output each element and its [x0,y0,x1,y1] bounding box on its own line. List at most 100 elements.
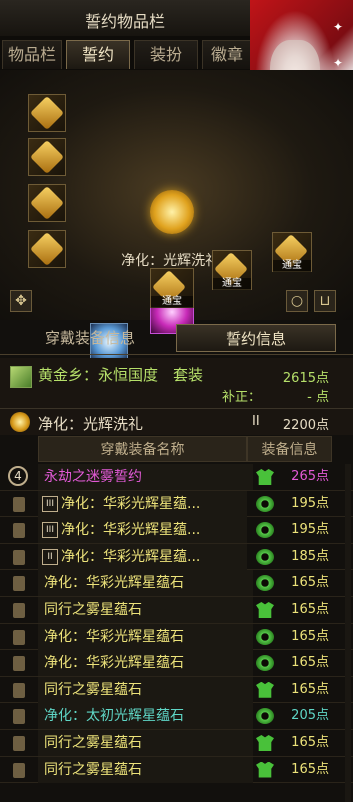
equipment-name-text: 同行之雾星蕴石 [44,761,142,778]
equipment-name-text: 同行之雾星蕴石 [44,681,142,698]
armor-icon [256,734,274,751]
correction-value: - 点 [307,390,329,405]
armor-icon [256,469,274,485]
lock-icon [13,682,25,698]
equipment-name-text: 净化：华彩光辉星蕴... [61,495,201,512]
ring-icon [256,548,274,565]
equip-slot-1[interactable] [28,94,66,132]
equipment-points: 165点 [291,601,329,617]
lock-icon [13,735,25,751]
equipment-points: 195点 [291,522,329,538]
correction-label: 补正： [222,390,262,405]
table-row[interactable]: II 净化：华彩光辉星蕴... 185点 [0,543,353,571]
tier-badge: 4 [8,466,28,486]
lock-icon [13,762,25,778]
equipment-name: 永劫之迷雾誓约 [38,464,253,490]
lock-icon [13,576,25,592]
tongbao-slot-1[interactable]: 通宝 [150,268,194,308]
table-row[interactable]: 同行之雾星蕴石 165点 [0,756,353,784]
equipment-points: 195点 [291,495,329,511]
equipment-name-text: 净化：华彩光辉星蕴石 [44,628,184,645]
tab-costume[interactable]: 装扮 [134,40,198,69]
col-equipment-name: 穿戴装备名称 [38,436,247,462]
rite-points: 2200点 [282,418,329,433]
table-row[interactable]: 同行之雾星蕴石 165点 [0,729,353,757]
table-row[interactable]: 同行之雾星蕴石 165点 [0,596,353,624]
rite-tier: II [252,414,260,429]
oath-stone-icon [30,186,64,220]
lock-icon [13,549,25,565]
tongbao-slot-2[interactable]: 通宝 [212,250,252,290]
tab-inventory[interactable]: 物品栏 [2,40,62,69]
equipment-name-text: 永劫之迷雾誓约 [44,469,142,485]
fold-icon[interactable]: ⊔ [314,290,336,312]
col-equipment-info: 装备信息 [247,436,332,462]
equip-slot-2[interactable] [28,138,66,176]
table-row[interactable]: 净化：华彩光辉星蕴石 165点 [0,570,353,597]
grade-tag: III [42,495,58,512]
logo-mark-icon: ✦ [333,20,344,34]
grade-tag: III [42,522,58,539]
rite-row: 净化：光辉洗礼 II 2200点 [0,408,353,435]
equipment-name-text: 净化：华彩光辉星蕴... [61,548,201,565]
set-bonus-row: 黄金乡：永恒国度 套装 2615点 补正： - 点 [0,358,353,408]
tongbao-slot-3[interactable]: 通宝 [272,232,312,272]
info-subtabs: 穿戴装备信息 誓约信息 [0,322,353,355]
equipment-name-text: 净化：华彩光辉星蕴... [61,522,201,539]
equipment-name: III 净化：华彩光辉星蕴... [38,517,247,544]
lock-icon [13,602,25,618]
lock-icon [13,656,25,672]
equipment-name: 同行之雾星蕴石 [38,596,253,623]
equipment-points: 205点 [291,708,329,724]
slot-label: 通宝 [273,260,311,272]
equipment-points: 165点 [291,761,329,777]
table-row[interactable]: 净化：华彩光辉星蕴石 165点 [0,623,353,651]
equipment-name: 净化：华彩光辉星蕴石 [38,570,253,597]
equipment-points: 165点 [291,681,329,697]
equipment-points: 185点 [291,548,329,564]
ring-icon [256,522,274,539]
oath-stone-icon [30,140,64,174]
equip-slot-3[interactable] [28,184,66,222]
table-row[interactable]: 净化：太初光辉星蕴石 205点 [0,703,353,730]
table-row[interactable]: III 净化：华彩光辉星蕴... 195点 [0,490,353,518]
equipment-name-text: 净化：华彩光辉星蕴石 [44,655,184,672]
window-title: 誓约物品栏 [84,12,165,31]
equipment-name: 同行之雾星蕴石 [38,676,253,703]
set-icon [10,366,32,388]
lock-icon [13,629,25,645]
equipment-points: 165点 [291,575,329,591]
equipment-name: 同行之雾星蕴石 [38,756,253,783]
subtab-oath-info[interactable]: 誓约信息 [176,324,336,352]
equipment-name: II 净化：华彩光辉星蕴... [38,543,247,570]
tab-oath[interactable]: 誓约 [66,40,130,69]
subtab-equipment-info[interactable]: 穿戴装备信息 [10,324,170,352]
rite-name: 净化：光辉洗礼 [38,415,144,433]
armor-icon [256,681,274,698]
equipment-points: 265点 [291,469,329,484]
equipment-list: 4 永劫之迷雾誓约 265点 III 净化：华彩光辉星蕴... 195点 III 净化：华彩光… [0,464,353,784]
slot-label: 通宝 [151,296,193,308]
move-icon[interactable]: ✥ [10,290,32,312]
ring-icon [256,495,274,512]
equipment-name-text: 同行之雾星蕴石 [44,734,142,751]
equipment-name-text: 净化：华彩光辉星蕴石 [44,575,184,592]
rite-emblem-icon[interactable] [150,190,194,234]
table-row[interactable]: 同行之雾星蕴石 165点 [0,676,353,704]
oath-stone-icon [30,96,64,130]
ring-icon [256,655,274,672]
equipment-panel: 净化：光辉洗礼 II 通宝 通宝 通宝 ✥ ○ ⊔ [0,70,353,361]
lock-icon [13,523,25,539]
equipment-name-text: 同行之雾星蕴石 [44,601,142,618]
grade-tag: II [42,548,58,565]
lock-icon [13,709,25,725]
table-row[interactable]: 4 永劫之迷雾誓约 265点 [0,464,353,491]
table-row[interactable]: III 净化：华彩光辉星蕴... 195点 [0,517,353,544]
tab-badge[interactable]: 徽章 [202,40,252,69]
circle-toggle-icon[interactable]: ○ [286,290,308,312]
equipment-name-text: 净化：太初光辉星蕴石 [44,708,184,725]
table-row[interactable]: 净化：华彩光辉星蕴石 165点 [0,650,353,677]
ring-icon [256,628,274,645]
equipment-name: 净化：华彩光辉星蕴石 [38,623,253,650]
scrollbar[interactable] [345,464,351,802]
